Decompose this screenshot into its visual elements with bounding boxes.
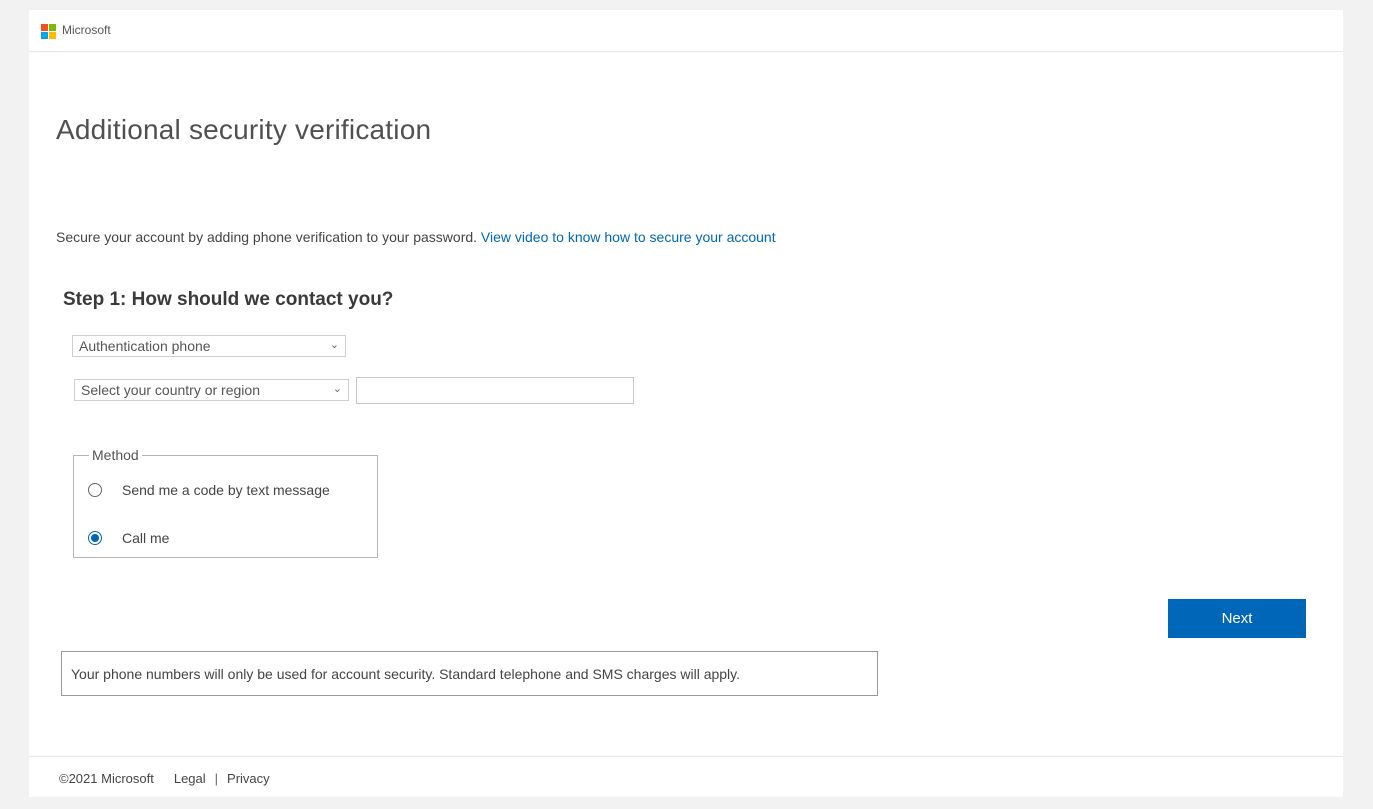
logo-red-square <box>41 24 48 31</box>
phone-number-input[interactable] <box>356 377 634 404</box>
brand-name: Microsoft <box>62 23 111 37</box>
next-button[interactable]: Next <box>1168 599 1306 638</box>
chevron-down-icon: ⌄ <box>329 339 339 351</box>
country-select-value: Select your country or region <box>81 382 260 398</box>
logo-blue-square <box>41 32 48 39</box>
privacy-link[interactable]: Privacy <box>227 771 270 786</box>
text-message-radio[interactable] <box>88 483 102 497</box>
call-me-radio[interactable] <box>88 531 102 545</box>
header: Microsoft <box>29 10 1343 52</box>
microsoft-logo-icon <box>41 24 56 39</box>
step-heading: Step 1: How should we contact you? <box>63 289 394 310</box>
method-legend: Method <box>89 447 142 463</box>
call-me-label: Call me <box>122 530 170 546</box>
text-message-label: Send me a code by text message <box>122 482 330 498</box>
footer-separator: | <box>214 771 219 786</box>
page-card: Microsoft Additional security verificati… <box>29 10 1343 797</box>
chevron-down-icon: ⌄ <box>332 383 342 395</box>
footer-links: ©2021 Microsoft Legal | Privacy <box>59 771 270 786</box>
method-option-text-message[interactable]: Send me a code by text message <box>88 482 330 498</box>
contact-method-select[interactable]: Authentication phone ⌄ <box>72 335 346 357</box>
view-video-link[interactable]: View video to know how to secure your ac… <box>481 229 776 245</box>
logo-yellow-square <box>49 32 56 39</box>
country-select[interactable]: Select your country or region ⌄ <box>74 379 349 401</box>
contact-method-select-value: Authentication phone <box>79 338 211 354</box>
method-fieldset: Method Send me a code by text message Ca… <box>73 447 378 558</box>
copyright-text: ©2021 Microsoft <box>59 771 154 786</box>
legal-link[interactable]: Legal <box>174 771 206 786</box>
page-title: Additional security verification <box>56 114 432 145</box>
logo-green-square <box>49 24 56 31</box>
method-option-call-me[interactable]: Call me <box>88 530 169 546</box>
intro-text-block: Secure your account by adding phone veri… <box>56 229 776 245</box>
phone-usage-notice: Your phone numbers will only be used for… <box>61 651 878 696</box>
intro-text: Secure your account by adding phone veri… <box>56 229 478 245</box>
footer: ©2021 Microsoft Legal | Privacy <box>29 756 1343 798</box>
